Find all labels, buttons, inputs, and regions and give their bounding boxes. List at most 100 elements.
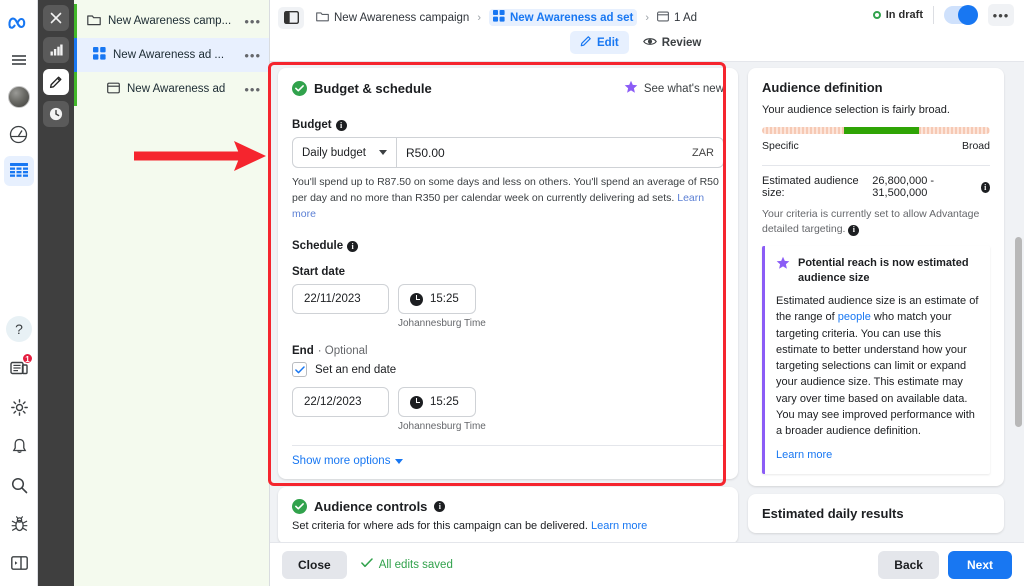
notice-learn-more-link[interactable]: Learn more [776, 449, 832, 461]
rail-bottom-group: ? 1 [0, 314, 38, 578]
people-link[interactable]: people [838, 311, 871, 323]
bar-chart-icon[interactable] [43, 37, 69, 63]
audience-controls-header: Audience controls i [292, 499, 724, 514]
help-icon[interactable]: ? [4, 314, 34, 344]
budget-label-row: Budget i [292, 119, 724, 131]
info-icon[interactable]: i [347, 241, 358, 252]
campaign-tree-sidebar: New Awareness camp... ••• New Awareness … [74, 0, 270, 586]
potential-reach-notice: Potential reach is now estimated audienc… [762, 246, 990, 473]
tree-item-label: New Awareness ad ... [113, 49, 237, 61]
show-more-options-link[interactable]: Show more options [292, 455, 724, 467]
tool-strip [38, 0, 74, 586]
tree-item-adset[interactable]: New Awareness ad ... ••• [74, 38, 269, 72]
clock-icon [410, 293, 423, 306]
clock-history-icon[interactable] [43, 101, 69, 127]
table-grid-icon[interactable] [4, 156, 34, 186]
schedule-label: Schedule [292, 240, 343, 252]
end-time-input[interactable]: 15:25 [398, 387, 476, 417]
divider [762, 165, 990, 166]
audience-breadth-gauge [762, 127, 990, 134]
adset-grid-icon [493, 10, 505, 25]
pencil-edit-icon[interactable] [43, 69, 69, 95]
next-button[interactable]: Next [948, 551, 1012, 579]
search-icon[interactable] [4, 470, 34, 500]
info-icon[interactable]: i [981, 182, 990, 193]
budget-type-value: Daily budget [302, 147, 366, 159]
start-timezone-label: Johannesburg Time [398, 318, 724, 329]
tab-review[interactable]: Review [633, 32, 712, 54]
bug-icon[interactable] [4, 509, 34, 539]
meta-logo-icon[interactable] [4, 8, 34, 38]
info-icon[interactable]: i [336, 120, 347, 131]
news-feed-icon[interactable]: 1 [4, 353, 34, 383]
main-content: New Awareness campaign › New Awareness a… [270, 0, 1024, 586]
notice-header: Potential reach is now estimated audienc… [776, 256, 979, 286]
end-date-input[interactable]: 22/12/2023 [292, 387, 389, 417]
vertical-scrollbar[interactable] [1015, 62, 1022, 542]
adset-grid-icon [93, 47, 106, 63]
star-icon [776, 256, 790, 275]
top-bar: New Awareness campaign › New Awareness a… [270, 0, 1024, 62]
breadcrumb-item-adset[interactable]: New Awareness ad set [489, 9, 637, 26]
see-whats-new-label: See what's new [644, 83, 724, 95]
info-icon[interactable]: i [434, 501, 445, 512]
tree-item-campaign[interactable]: New Awareness camp... ••• [74, 4, 269, 38]
save-status-label: All edits saved [379, 559, 453, 571]
green-check-icon [292, 499, 307, 514]
budget-amount-input[interactable]: R50.00 ZAR [397, 138, 723, 167]
audience-controls-desc-text: Set criteria for where ads for this camp… [292, 520, 588, 532]
left-column: Budget & schedule See what's new Budget [278, 68, 738, 542]
gear-icon[interactable] [4, 392, 34, 422]
eye-icon [643, 36, 657, 50]
breadcrumb-item-ad[interactable]: 1 Ad [657, 11, 697, 25]
estimated-audience-size-row: Estimated audience size: 26,800,000 - 31… [762, 175, 990, 199]
adset-active-toggle[interactable] [944, 6, 978, 24]
rail-top-group [4, 8, 34, 186]
end-datetime-row: 22/12/2023 15:25 [292, 387, 724, 417]
star-icon [624, 80, 638, 97]
breadcrumb-item-campaign[interactable]: New Awareness campaign [316, 11, 469, 25]
close-icon[interactable] [43, 5, 69, 31]
budget-type-select[interactable]: Daily budget [293, 138, 397, 167]
set-end-date-row[interactable]: Set an end date [292, 362, 724, 377]
save-status: All edits saved [361, 558, 453, 571]
scrollbar-thumb[interactable] [1015, 237, 1022, 427]
sidebar-panel-icon[interactable] [278, 7, 304, 29]
see-whats-new-link[interactable]: See what's new [624, 80, 724, 97]
audience-definition-summary: Your audience selection is fairly broad. [762, 104, 990, 116]
bell-icon[interactable] [4, 431, 34, 461]
close-button[interactable]: Close [282, 551, 347, 579]
breadcrumb-separator: › [645, 12, 649, 24]
audience-controls-learn-more-link[interactable]: Learn more [591, 520, 647, 532]
start-time-input[interactable]: 15:25 [398, 284, 476, 314]
info-icon[interactable]: i [848, 225, 859, 236]
set-end-date-checkbox[interactable] [292, 362, 307, 377]
end-time-value: 15:25 [430, 396, 459, 408]
criteria-note-text: Your criteria is currently set to allow … [762, 208, 979, 235]
audience-controls-card: Audience controls i Set criteria for whe… [278, 487, 738, 542]
tree-item-menu-icon[interactable]: ••• [244, 48, 261, 63]
tree-item-label: New Awareness camp... [108, 15, 237, 27]
divider [292, 445, 724, 446]
audience-definition-card: Audience definition Your audience select… [748, 68, 1004, 486]
folder-icon [316, 11, 329, 25]
tree-item-menu-icon[interactable]: ••• [244, 82, 261, 97]
hamburger-menu-icon[interactable] [4, 45, 34, 75]
tree-item-menu-icon[interactable]: ••• [244, 14, 261, 29]
tab-edit[interactable]: Edit [570, 31, 629, 54]
gauge-active-segment [844, 127, 919, 134]
back-button[interactable]: Back [878, 551, 939, 579]
start-date-input[interactable]: 22/11/2023 [292, 284, 389, 314]
more-options-button[interactable]: ••• [988, 4, 1014, 26]
tree-item-ad[interactable]: New Awareness ad ••• [74, 72, 269, 106]
budget-amount-value: R50.00 [406, 146, 445, 160]
audience-definition-title: Audience definition [762, 80, 990, 95]
avatar[interactable] [4, 82, 34, 112]
criteria-note: Your criteria is currently set to allow … [762, 207, 990, 237]
status-badge: In draft [873, 9, 923, 21]
panel-toggle-icon[interactable] [4, 548, 34, 578]
end-label-row: End · Optional [292, 345, 724, 357]
budget-help-text: You'll spend up to R87.50 on some days a… [292, 175, 724, 222]
right-column: Audience definition Your audience select… [748, 68, 1016, 542]
performance-gauge-icon[interactable] [4, 119, 34, 149]
